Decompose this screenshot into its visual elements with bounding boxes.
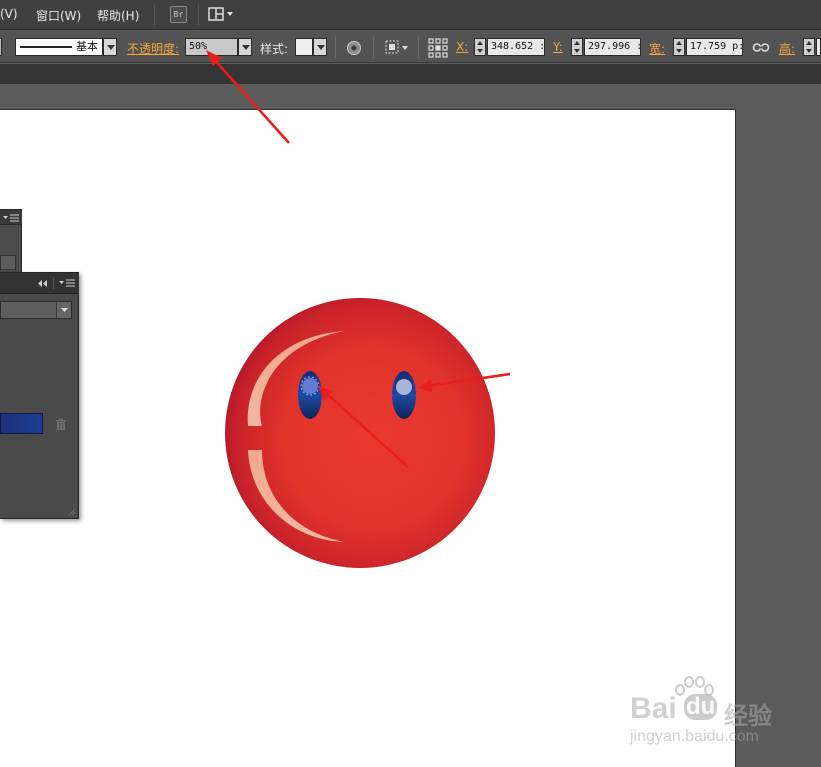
face-circle[interactable] — [225, 298, 495, 568]
panel-field[interactable] — [0, 255, 16, 270]
watermark-logo-text: Bai — [630, 692, 677, 725]
panel-menu-icon[interactable] — [2, 213, 20, 223]
resize-grip-icon[interactable] — [67, 507, 76, 516]
panel-header[interactable] — [0, 210, 22, 225]
canvas-overlay — [206, 50, 511, 568]
watermark-brand: 经验 — [724, 703, 772, 730]
panel-header[interactable] — [0, 273, 79, 294]
annotation-arrow-opacity — [211, 56, 290, 144]
smiley-face[interactable] — [225, 298, 495, 568]
watermark-url: jingyan.baidu.com — [630, 728, 759, 745]
panel-menu-icon[interactable] — [58, 278, 76, 288]
left-eye[interactable] — [298, 371, 322, 419]
watermark-logo-text-2: du — [684, 693, 718, 720]
trash-icon[interactable] — [55, 418, 67, 431]
chevron-down-icon — [61, 308, 68, 312]
collapsed-panel-top — [0, 209, 22, 273]
panel-dropdown-arrow[interactable] — [56, 302, 71, 318]
header-divider — [53, 278, 54, 289]
floating-panel — [0, 272, 79, 519]
gradient-swatch[interactable] — [0, 413, 43, 434]
panel-dropdown[interactable] — [0, 301, 72, 319]
right-eye[interactable] — [392, 371, 416, 419]
collapse-panel-icon[interactable] — [36, 279, 48, 288]
